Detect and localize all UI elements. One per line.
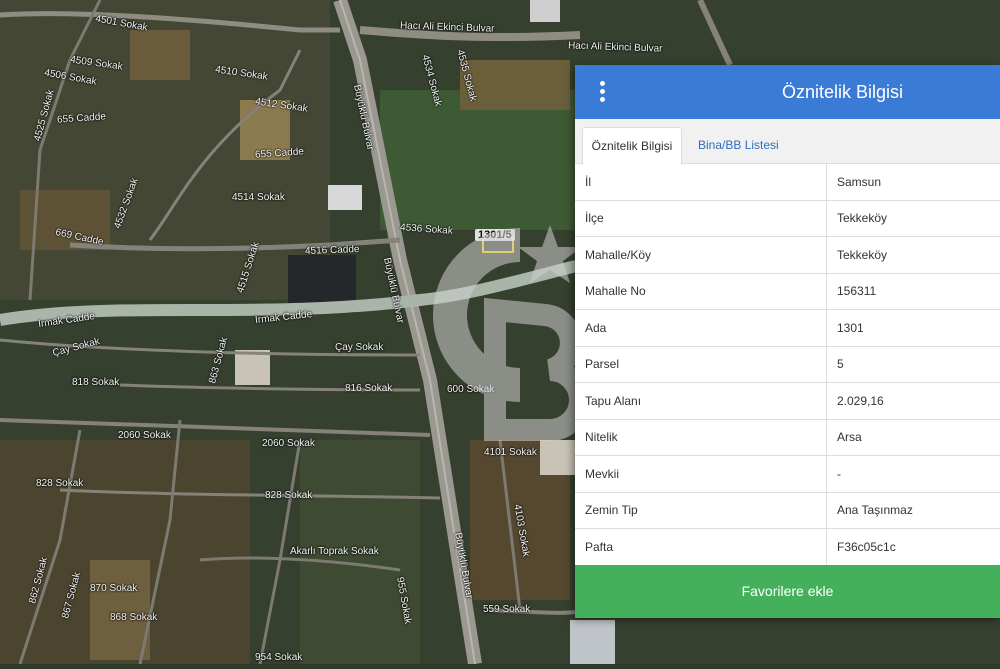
table-row: Mahalle No156311 <box>575 273 1000 310</box>
attribute-key: Mevkii <box>575 456 827 493</box>
attribute-value: 2.029,16 <box>827 383 1000 420</box>
attribute-key: Ada <box>575 310 827 347</box>
attribute-value: Tekkeköy <box>827 200 1000 237</box>
road-label: 2060 Sokak <box>118 430 171 441</box>
attribute-value: Samsun <box>827 164 1000 200</box>
attribute-key: Zemin Tip <box>575 492 827 529</box>
attribute-key: İl <box>575 164 827 200</box>
road-label: 870 Sokak <box>90 583 137 594</box>
attribute-key: Mahalle No <box>575 273 827 310</box>
attribute-key: Mahalle/Köy <box>575 237 827 274</box>
attribute-key: Tapu Alanı <box>575 383 827 420</box>
add-favorite-button[interactable]: Favorilere ekle <box>575 565 1000 618</box>
table-row: Parsel5 <box>575 346 1000 383</box>
attribute-key: Nitelik <box>575 419 827 456</box>
road-label: 816 Sokak <box>345 383 392 394</box>
table-row: Mahalle/KöyTekkeköy <box>575 237 1000 274</box>
road-label: 4516 Cadde <box>305 244 360 257</box>
attribute-value: F36c05c1c <box>827 529 1000 566</box>
table-row: Mevkii- <box>575 456 1000 493</box>
attribute-value: 5 <box>827 346 1000 383</box>
table-row: İlçeTekkeköy <box>575 200 1000 237</box>
road-label: 600 Sokak <box>447 384 494 395</box>
table-row: Ada1301 <box>575 310 1000 347</box>
attribute-key: İlçe <box>575 200 827 237</box>
parcel-tag[interactable]: 1301/5 <box>475 229 515 241</box>
attribute-panel: Öznitelik Bilgisi Öznitelik Bilgisi Bina… <box>575 65 1000 618</box>
road-label: 4514 Sokak <box>232 192 285 203</box>
attribute-value: 1301 <box>827 310 1000 347</box>
table-row: Tapu Alanı2.029,16 <box>575 383 1000 420</box>
attribute-value: Arsa <box>827 419 1000 456</box>
attribute-key: Parsel <box>575 346 827 383</box>
road-label: 954 Sokak <box>255 652 302 663</box>
attribute-value: Ana Taşınmaz <box>827 492 1000 529</box>
attribute-value: Tekkeköy <box>827 237 1000 274</box>
road-label: 828 Sokak <box>265 490 312 501</box>
attribute-value: 156311 <box>827 273 1000 310</box>
road-label: 4101 Sokak <box>484 447 537 458</box>
tab-bar: Öznitelik Bilgisi Bina/BB Listesi <box>575 119 1000 164</box>
attribute-table: İlSamsunİlçeTekkeköyMahalle/KöyTekkeköyM… <box>575 164 1000 566</box>
road-label: Çay Sokak <box>335 342 383 353</box>
attribute-key: Pafta <box>575 529 827 566</box>
table-row: Zemin TipAna Taşınmaz <box>575 492 1000 529</box>
table-row: NitelikArsa <box>575 419 1000 456</box>
panel-title: Öznitelik Bilgisi <box>575 65 1000 119</box>
attribute-value: - <box>827 456 1000 493</box>
road-label: 559 Sokak <box>483 604 530 615</box>
road-label: Akarlı Toprak Sokak <box>290 546 379 557</box>
panel-header: Öznitelik Bilgisi <box>575 65 1000 119</box>
road-label: 818 Sokak <box>72 377 119 388</box>
road-label: 828 Sokak <box>36 478 83 489</box>
tab-attribute-info[interactable]: Öznitelik Bilgisi <box>582 127 682 165</box>
tab-building-list[interactable]: Bina/BB Listesi <box>698 127 779 163</box>
road-label: 868 Sokak <box>110 612 157 623</box>
table-row: İlSamsun <box>575 164 1000 200</box>
table-row: PaftaF36c05c1c <box>575 529 1000 566</box>
road-label: 2060 Sokak <box>262 438 315 449</box>
